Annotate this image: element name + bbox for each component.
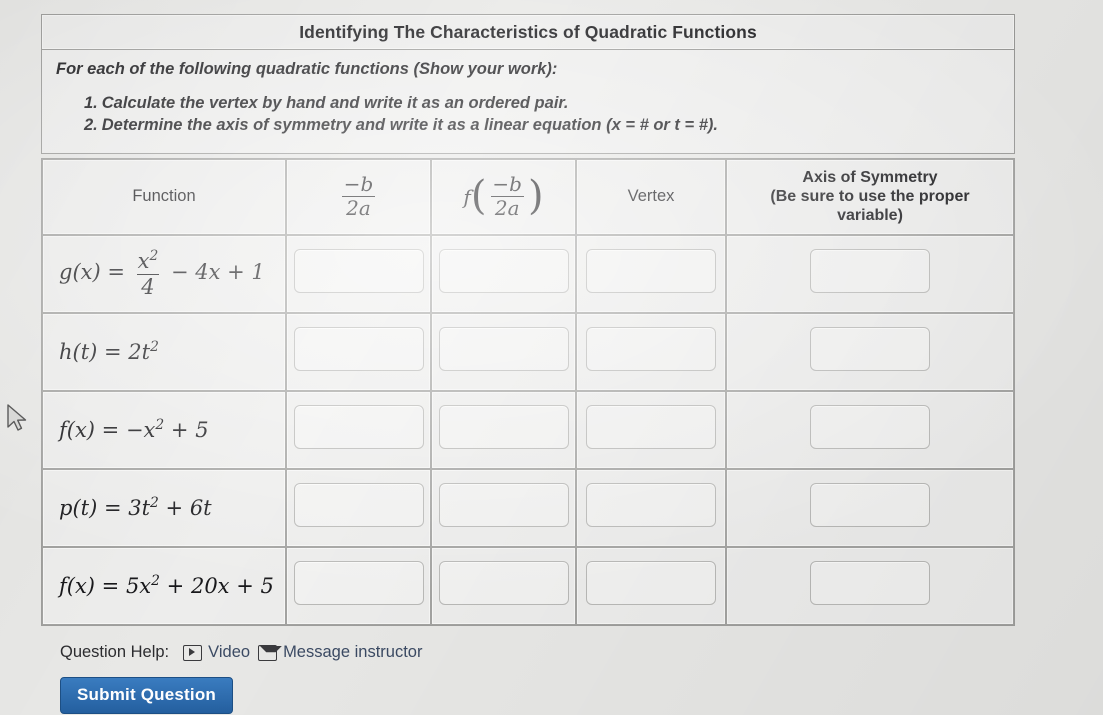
function-cell-2: h(t) = 2t2 (42, 312, 286, 391)
submit-question-button[interactable]: Submit Question (60, 677, 233, 714)
instructions-panel: For each of the following quadratic func… (41, 50, 1015, 154)
input-minus-b-over-2a-row5[interactable] (293, 561, 424, 606)
function-expression-4: p(t) = 3t2 + 6t (59, 495, 212, 521)
column-header-vertex: Vertex (576, 158, 726, 235)
input-vertex-row5[interactable] (586, 561, 716, 606)
answer-cell-vertex-1[interactable] (576, 234, 726, 313)
table-row: h(t) = 2t2 (42, 312, 1014, 391)
input-minus-b-over-2a-row4[interactable] (293, 483, 424, 528)
input-axis-row2[interactable] (810, 327, 930, 372)
answer-cell-vertex-3[interactable] (576, 390, 726, 469)
instruction-number-2: 2. (84, 115, 98, 134)
answer-cell-axis-2[interactable] (726, 312, 1014, 391)
answer-cell-f-value-2[interactable] (431, 312, 576, 391)
axis-header-line-1: Axis of Symmetry (802, 168, 938, 186)
input-f-value-row1[interactable] (438, 249, 569, 294)
function-expression-2: h(t) = 2t2 (59, 339, 159, 365)
video-icon (183, 644, 203, 661)
input-f-value-row4[interactable] (438, 483, 569, 528)
table-row: f(x) = −x2 + 5 (42, 390, 1014, 469)
formula-minus-b-over-2a: −b 2a (342, 172, 375, 221)
column-header-function-label: Function (132, 187, 196, 206)
instruction-number-1: 1. (84, 94, 98, 112)
column-header-minus-b-over-2a: −b 2a (286, 158, 431, 235)
answer-cell-axis-4[interactable] (726, 468, 1014, 547)
input-vertex-row1[interactable] (586, 249, 716, 294)
instruction-item-2: 2. Determine the axis of symmetry and wri… (84, 115, 1000, 137)
function-cell-3: f(x) = −x2 + 5 (42, 390, 286, 469)
question-help-label: Question Help: (60, 643, 170, 661)
question-help-row: Question Help: Video Message instructor (60, 643, 422, 662)
question-footer: Question Help: Video Message instructor … (60, 643, 422, 714)
page-title: Identifying The Characteristics of Quadr… (299, 21, 757, 42)
answer-cell-f-value-1[interactable] (431, 234, 576, 313)
worksheet-sheet: Identifying The Characteristics of Quadr… (41, 14, 1015, 626)
answer-cell-f-value-5[interactable] (431, 546, 576, 625)
input-minus-b-over-2a-row1[interactable] (293, 249, 424, 294)
instruction-text-2: Determine the axis of symmetry and write… (101, 115, 718, 134)
table-header-row: Function −b 2a f( −b 2a) Vertex Axis of… (42, 158, 1014, 235)
input-f-value-row5[interactable] (438, 561, 569, 606)
instruction-text-1: Calculate the vertex by hand and write i… (101, 94, 569, 112)
mouse-cursor-icon (7, 404, 27, 431)
function-cell-1: g(x) = x2 4 − 4x + 1 (42, 234, 286, 313)
input-axis-row4[interactable] (810, 483, 930, 528)
input-vertex-row3[interactable] (586, 405, 716, 450)
message-link-label: Message instructor (283, 643, 423, 661)
axis-header-line-2: (Be sure to use the proper (770, 187, 970, 205)
answer-cell-axis-1[interactable] (726, 234, 1014, 313)
input-vertex-row4[interactable] (586, 483, 716, 528)
answer-cell-minus-b-over-2a-5[interactable] (286, 546, 431, 625)
video-link-label: Video (208, 643, 251, 661)
worksheet-title-box: Identifying The Characteristics of Quadr… (41, 14, 1015, 50)
table-row: p(t) = 3t2 + 6t (42, 468, 1014, 547)
answer-cell-vertex-4[interactable] (576, 468, 726, 547)
answer-cell-minus-b-over-2a-4[interactable] (286, 468, 431, 547)
input-axis-row3[interactable] (810, 405, 930, 450)
answer-cell-axis-5[interactable] (726, 546, 1014, 625)
input-minus-b-over-2a-row2[interactable] (293, 327, 424, 372)
function-cell-4: p(t) = 3t2 + 6t (42, 468, 286, 547)
answer-cell-f-value-4[interactable] (431, 468, 576, 547)
answer-cell-vertex-2[interactable] (576, 312, 726, 391)
answer-cell-f-value-3[interactable] (431, 390, 576, 469)
characteristics-table: Function −b 2a f( −b 2a) Vertex Axis of… (41, 157, 1015, 626)
function-expression-3: f(x) = −x2 + 5 (59, 417, 209, 443)
axis-header-line-3: variable) (837, 207, 903, 225)
video-help-link[interactable]: Video (183, 643, 250, 662)
answer-cell-minus-b-over-2a-1[interactable] (286, 234, 431, 313)
function-expression-5: f(x) = 5x2 + 20x + 5 (59, 573, 274, 599)
input-vertex-row2[interactable] (586, 327, 716, 372)
input-axis-row1[interactable] (810, 249, 930, 294)
formula-f-of-minus-b-over-2a: f( −b 2a ) (463, 172, 544, 221)
input-f-value-row2[interactable] (438, 327, 569, 372)
column-header-axis-of-symmetry: Axis of Symmetry (Be sure to use the pro… (726, 158, 1014, 235)
answer-cell-minus-b-over-2a-2[interactable] (286, 312, 431, 391)
instructions-list: 1. Calculate the vertex by hand and write… (56, 93, 1000, 137)
table-row: f(x) = 5x2 + 20x + 5 (42, 546, 1014, 625)
message-instructor-link[interactable]: Message instructor (258, 643, 422, 662)
column-header-function: Function (42, 158, 286, 235)
column-header-vertex-label: Vertex (627, 187, 675, 206)
input-minus-b-over-2a-row3[interactable] (293, 405, 424, 450)
function-expression-1: g(x) = x2 4 − 4x + 1 (59, 248, 265, 299)
table-row: g(x) = x2 4 − 4x + 1 (42, 234, 1014, 313)
envelope-icon (258, 644, 278, 661)
input-axis-row5[interactable] (810, 561, 930, 606)
instructions-lead: For each of the following quadratic func… (56, 60, 558, 78)
answer-cell-vertex-5[interactable] (576, 546, 726, 625)
answer-cell-axis-3[interactable] (726, 390, 1014, 469)
instruction-item-1: 1. Calculate the vertex by hand and write… (84, 93, 1000, 115)
function-cell-5: f(x) = 5x2 + 20x + 5 (42, 546, 286, 625)
answer-cell-minus-b-over-2a-3[interactable] (286, 390, 431, 469)
column-header-f-of-minus-b-over-2a: f( −b 2a ) (431, 158, 576, 235)
input-f-value-row3[interactable] (438, 405, 569, 450)
